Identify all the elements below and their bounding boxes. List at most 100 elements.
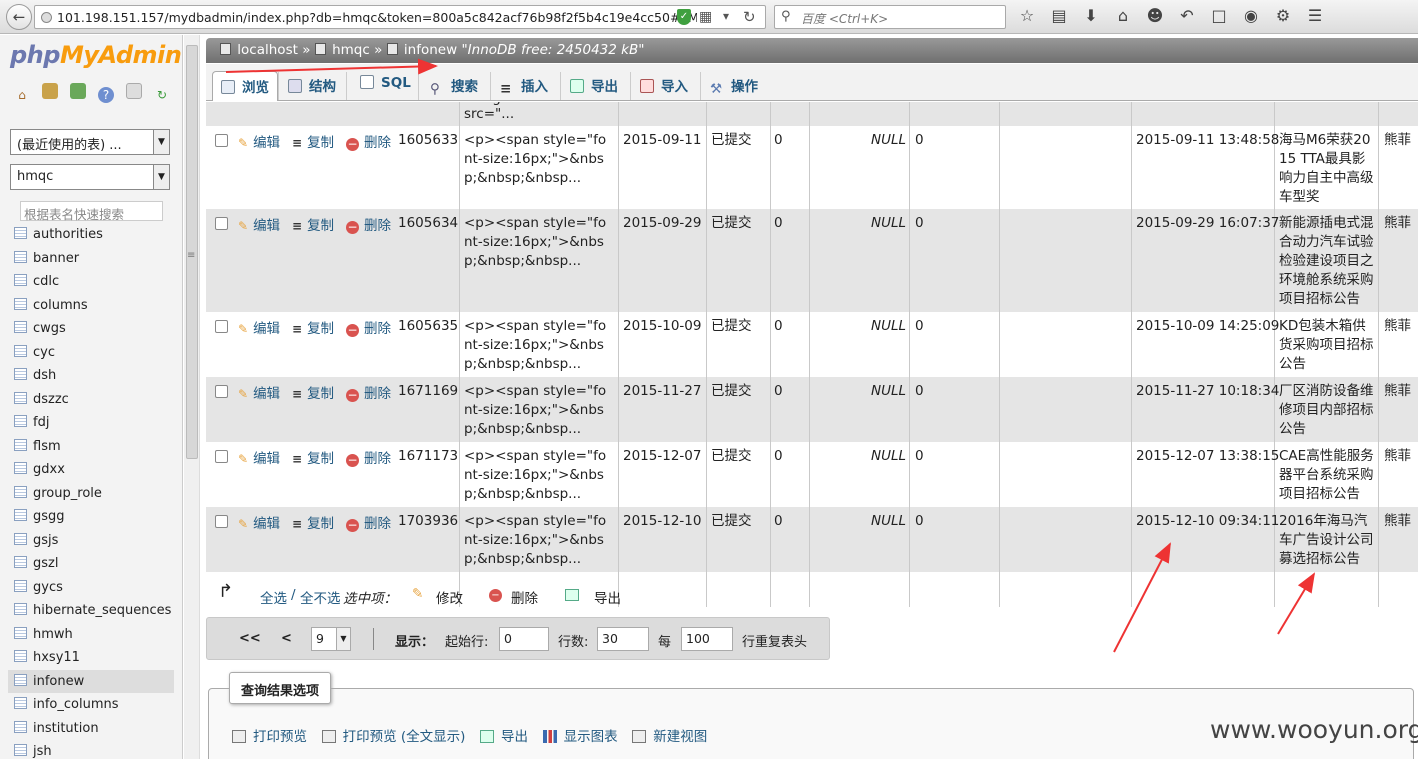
breadcrumb-table[interactable]: infonew bbox=[404, 42, 457, 58]
copy-label[interactable]: 复制 bbox=[307, 321, 334, 337]
sidebar-table-label[interactable]: infonew bbox=[33, 674, 84, 689]
delete-icon[interactable]: − bbox=[489, 589, 502, 602]
globe-icon[interactable]: ◉ bbox=[1240, 6, 1262, 26]
bulk-export-button[interactable]: 导出 bbox=[594, 587, 621, 607]
sidebar-table-label[interactable]: gycs bbox=[33, 580, 63, 595]
sidebar-table-item[interactable]: institution bbox=[14, 717, 174, 741]
pencil-icon[interactable]: ✎ bbox=[238, 219, 248, 233]
title-cell[interactable]: 新能源插电式混合动力汽车试验检验建设项目之环境舱系统采购项目招标公告 bbox=[1279, 214, 1375, 309]
row-copy-action[interactable]: ≡ 复制 bbox=[292, 214, 334, 234]
sidebar-table-label[interactable]: dszzc bbox=[33, 392, 69, 407]
sidebar-table-label[interactable]: gsgg bbox=[33, 509, 65, 524]
row-copy-action[interactable]: ≡ 复制 bbox=[292, 512, 334, 532]
count-cell[interactable]: 0 bbox=[774, 131, 783, 150]
table-icon[interactable] bbox=[14, 415, 27, 427]
count-cell[interactable]: 0 bbox=[774, 447, 783, 466]
sidebar-table-item[interactable]: gycs bbox=[14, 576, 174, 600]
table-icon[interactable] bbox=[14, 368, 27, 380]
sidebar-table-label[interactable]: hibernate_sequences bbox=[33, 603, 171, 618]
back-icon[interactable]: ← bbox=[6, 4, 32, 30]
content-cell[interactable]: <p><span style="font-size:16px;">&nbsp;&… bbox=[464, 214, 614, 271]
page-select[interactable]: 9 ▼ bbox=[311, 627, 351, 651]
database-select[interactable]: hmqc ▼ bbox=[10, 164, 170, 190]
sidebar-table-label[interactable]: hxsy11 bbox=[33, 650, 80, 665]
export-link[interactable]: 导出 bbox=[501, 729, 528, 745]
count-cell[interactable]: 0 bbox=[915, 214, 924, 233]
content-cell[interactable]: <p><span style="font-size:16px;">&nbsp;&… bbox=[464, 447, 614, 504]
row-delete-action[interactable]: − 删除 bbox=[346, 447, 391, 467]
count-cell[interactable]: 0 bbox=[915, 512, 924, 531]
copy-icon[interactable]: ≡ bbox=[292, 387, 302, 401]
date-cell[interactable]: 2015-09-11 bbox=[623, 131, 701, 150]
export-icon[interactable] bbox=[480, 730, 495, 743]
row-checkbox[interactable] bbox=[215, 385, 228, 398]
copy-label[interactable]: 复制 bbox=[307, 218, 334, 234]
table-icon[interactable] bbox=[14, 650, 27, 662]
count-cell[interactable]: 0 bbox=[915, 317, 924, 336]
id-cell[interactable]: 1605633 bbox=[398, 131, 458, 150]
sidebar-table-item[interactable]: cwgs bbox=[14, 317, 174, 341]
home-icon[interactable]: ⌂ bbox=[14, 87, 30, 103]
sidebar-table-item[interactable]: gsgg bbox=[14, 505, 174, 529]
id-cell[interactable]: 1671173 bbox=[398, 447, 458, 466]
sidebar-table-item[interactable]: infonew bbox=[8, 669, 174, 693]
table-icon[interactable] bbox=[14, 391, 27, 404]
table-icon[interactable] bbox=[14, 321, 27, 333]
search-box[interactable]: ⚲ 百度 <Ctrl+K> bbox=[774, 5, 1006, 29]
row-edit-action[interactable]: ✎ 编辑 bbox=[238, 382, 280, 402]
row-copy-action[interactable]: ≡ 复制 bbox=[292, 131, 334, 151]
sidebar-table-label[interactable]: cwgs bbox=[33, 321, 66, 336]
timestamp-cell[interactable]: 2015-11-27 10:18:34 bbox=[1136, 382, 1279, 401]
breadcrumb-db[interactable]: hmqc bbox=[332, 42, 370, 58]
help-icon[interactable]: ? bbox=[98, 87, 114, 103]
rows-input[interactable]: 30 bbox=[597, 627, 649, 651]
row-edit-action[interactable]: ✎ 编辑 bbox=[238, 214, 280, 234]
reload-icon[interactable]: ↻ bbox=[743, 8, 756, 26]
docs-icon[interactable] bbox=[126, 83, 142, 99]
delete-label[interactable]: 删除 bbox=[364, 386, 391, 402]
sidebar-table-label[interactable]: columns bbox=[33, 298, 88, 313]
author-cell[interactable]: 熊菲 bbox=[1384, 382, 1411, 401]
site-identity-icon[interactable] bbox=[41, 12, 52, 23]
author-cell[interactable]: 熊菲 bbox=[1384, 214, 1411, 233]
tab-export[interactable]: 导出 bbox=[562, 71, 626, 101]
id-cell[interactable]: 1605635 bbox=[398, 317, 458, 336]
pencil-icon[interactable]: ✎ bbox=[238, 452, 248, 466]
copy-icon[interactable]: ≡ bbox=[292, 322, 302, 336]
id-cell[interactable]: 1671169 bbox=[398, 382, 458, 401]
timestamp-cell[interactable]: 2015-09-29 16:07:37 bbox=[1136, 214, 1279, 233]
row-checkbox[interactable] bbox=[215, 134, 228, 147]
count-cell[interactable]: 0 bbox=[774, 214, 783, 233]
delete-icon[interactable]: − bbox=[346, 389, 359, 402]
tab-import[interactable]: 导入 bbox=[632, 71, 696, 101]
table-filter-input[interactable]: 根据表名快速搜索 bbox=[20, 201, 163, 222]
date-cell[interactable]: 2015-09-29 bbox=[623, 214, 701, 233]
pencil-icon[interactable]: ✎ bbox=[238, 136, 248, 150]
timestamp-cell[interactable]: 2015-10-09 14:25:09 bbox=[1136, 317, 1279, 336]
author-cell[interactable]: 熊菲 bbox=[1384, 131, 1411, 150]
table-icon[interactable] bbox=[14, 344, 27, 357]
table-icon[interactable] bbox=[14, 744, 27, 756]
date-cell[interactable]: 2015-10-09 bbox=[623, 317, 701, 336]
sidebar-table-item[interactable]: hxsy11 bbox=[14, 646, 174, 670]
view-icon[interactable] bbox=[632, 730, 647, 743]
row-copy-action[interactable]: ≡ 复制 bbox=[292, 447, 334, 467]
copy-label[interactable]: 复制 bbox=[307, 135, 334, 151]
table-icon[interactable] bbox=[14, 626, 27, 639]
edit-label[interactable]: 编辑 bbox=[253, 135, 280, 151]
pencil-icon[interactable]: ✎ bbox=[238, 322, 248, 336]
count-cell[interactable]: 0 bbox=[915, 382, 924, 401]
copy-icon[interactable]: ≡ bbox=[292, 136, 302, 150]
first-page-button[interactable]: << bbox=[239, 631, 261, 646]
bulk-delete-button[interactable]: 删除 bbox=[511, 587, 538, 607]
content-cell[interactable]: <p><span style="font-size:16px;">&nbsp;&… bbox=[464, 317, 614, 374]
row-delete-action[interactable]: − 删除 bbox=[346, 317, 391, 337]
query-window-icon[interactable] bbox=[70, 83, 86, 99]
star-icon[interactable]: ☆ bbox=[1016, 6, 1038, 26]
copy-icon[interactable]: ≡ bbox=[292, 219, 302, 233]
download-icon[interactable]: ⬇ bbox=[1080, 6, 1102, 26]
table-icon[interactable] bbox=[14, 297, 27, 310]
sidebar-table-label[interactable]: banner bbox=[33, 251, 79, 266]
table-icon[interactable] bbox=[14, 673, 27, 686]
title-cell[interactable]: 2016年海马汽车广告设计公司募选招标公告 bbox=[1279, 512, 1375, 569]
